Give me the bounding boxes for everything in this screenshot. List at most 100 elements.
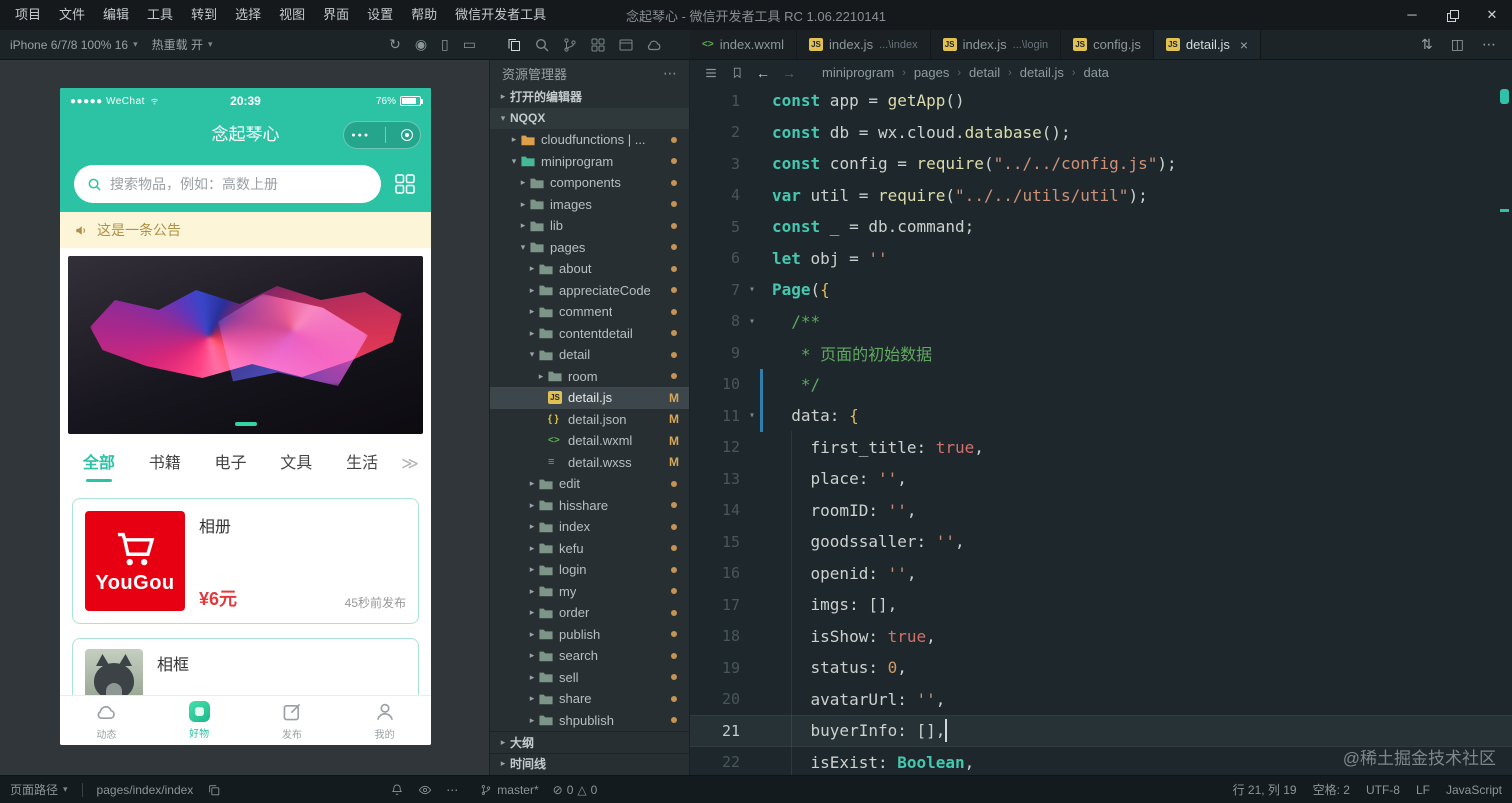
eol[interactable]: LF: [1416, 783, 1430, 797]
menu-帮助[interactable]: 帮助: [402, 0, 446, 30]
tree-item-images[interactable]: ▸ images: [490, 194, 689, 216]
code-line-13[interactable]: 13 place: '',: [690, 463, 1512, 495]
tab-index.js-index[interactable]: JS index.js ...\index: [796, 30, 931, 59]
category-tab-电子[interactable]: 电子: [198, 442, 264, 486]
breadcrumb-item-data[interactable]: data: [1084, 65, 1109, 80]
list-icon[interactable]: [704, 66, 718, 80]
code-line-5[interactable]: 5 const _ = db.command;: [690, 211, 1512, 243]
close-button[interactable]: ✕: [1472, 0, 1512, 30]
open-editors-section[interactable]: ▸ 打开的编辑器: [490, 86, 689, 108]
preview-window-icon[interactable]: [618, 37, 634, 53]
code-line-14[interactable]: 14 roomID: '',: [690, 495, 1512, 527]
tab-close-icon[interactable]: ×: [1240, 37, 1248, 53]
code-area[interactable]: 1 const app = getApp() 2 const db = wx.clou…: [690, 85, 1512, 775]
tree-item-search[interactable]: ▸ search: [490, 645, 689, 667]
code-line-11[interactable]: 11 ▾ data: {: [690, 400, 1512, 432]
code-line-8[interactable]: 8 ▾ /**: [690, 306, 1512, 338]
breadcrumb-item-detail.js[interactable]: detail.js: [1020, 65, 1064, 80]
code-line-1[interactable]: 1 const app = getApp(): [690, 85, 1512, 117]
git-icon[interactable]: [562, 37, 578, 53]
search-input[interactable]: 搜索物品，例如：高数上册: [74, 165, 381, 203]
more-actions-icon[interactable]: ⋯: [1482, 36, 1496, 53]
breadcrumb-item-pages[interactable]: pages: [914, 65, 949, 80]
tree-item-room[interactable]: ▸ room: [490, 366, 689, 388]
tree-item-pages[interactable]: ▾ pages: [490, 237, 689, 259]
tabbar-item-我的[interactable]: 我的: [338, 696, 431, 745]
cloud-icon[interactable]: [646, 37, 662, 53]
notice-bar[interactable]: 这是一条公告: [60, 212, 431, 248]
category-tab-书籍[interactable]: 书籍: [132, 442, 198, 486]
copy-path-icon[interactable]: [207, 783, 221, 797]
tree-item-sell[interactable]: ▸ sell: [490, 667, 689, 689]
minimize-button[interactable]: ─: [1392, 0, 1432, 30]
tree-item-detail.json[interactable]: { } detail.json M: [490, 409, 689, 431]
tree-item-kefu[interactable]: ▸ kefu: [490, 538, 689, 560]
menu-界面[interactable]: 界面: [314, 0, 358, 30]
code-line-4[interactable]: 4 var util = require("../../utils/util");: [690, 180, 1512, 212]
category-grid-icon[interactable]: [393, 172, 417, 196]
menu-编辑[interactable]: 编辑: [94, 0, 138, 30]
tree-item-detail.wxss[interactable]: ≡ detail.wxss M: [490, 452, 689, 474]
fold-icon[interactable]: ▾: [740, 284, 764, 295]
category-tab-生活[interactable]: 生活: [329, 442, 395, 486]
tree-item-detail.wxml[interactable]: <> detail.wxml M: [490, 430, 689, 452]
banner-carousel[interactable]: [68, 256, 423, 434]
project-root-section[interactable]: ▾ NQQX: [490, 107, 689, 129]
tab-index.wxml[interactable]: <> index.wxml: [690, 30, 797, 59]
timeline-section[interactable]: ▸ 时间线: [490, 752, 689, 775]
menu-项目[interactable]: 项目: [6, 0, 50, 30]
category-tab-全部[interactable]: 全部: [66, 442, 132, 486]
code-line-6[interactable]: 6 let obj = '': [690, 243, 1512, 275]
more-categories-icon[interactable]: ≫: [395, 454, 425, 474]
menu-选择[interactable]: 选择: [226, 0, 270, 30]
language-mode[interactable]: JavaScript: [1446, 783, 1502, 797]
bookmark-icon[interactable]: [730, 66, 744, 80]
tabbar-item-发布[interactable]: 发布: [246, 696, 339, 745]
tree-item-cloudfunctions-...[interactable]: ▸ cloudfunctions | ...: [490, 129, 689, 151]
menu-设置[interactable]: 设置: [358, 0, 402, 30]
restore-button[interactable]: [1432, 0, 1472, 30]
tree-item-appreciateCode[interactable]: ▸ appreciateCode: [490, 280, 689, 302]
tree-item-hisshare[interactable]: ▸ hisshare: [490, 495, 689, 517]
menu-微信开发者工具[interactable]: 微信开发者工具: [446, 0, 555, 30]
menu-文件[interactable]: 文件: [50, 0, 94, 30]
menu-视图[interactable]: 视图: [270, 0, 314, 30]
explorer-more-icon[interactable]: ⋯: [663, 65, 677, 82]
tree-item-order[interactable]: ▸ order: [490, 602, 689, 624]
git-branch[interactable]: master*: [480, 783, 539, 797]
code-line-16[interactable]: 16 openid: '',: [690, 558, 1512, 590]
tree-item-detail.js[interactable]: JS detail.js M: [490, 387, 689, 409]
code-editor[interactable]: ← → miniprogram › pages › detail › detail.js › d…: [690, 60, 1512, 775]
split-editor-icon[interactable]: ◫: [1451, 36, 1464, 53]
code-line-17[interactable]: 17 imgs: [],: [690, 589, 1512, 621]
tree-item-miniprogram[interactable]: ▾ miniprogram: [490, 151, 689, 173]
forward-icon[interactable]: →: [782, 65, 796, 81]
cursor-position[interactable]: 行 21, 列 19: [1233, 781, 1297, 798]
phone-orientation-icon[interactable]: ▯: [441, 36, 449, 53]
page-path-selector[interactable]: 页面路径 ▾: [10, 781, 68, 798]
code-line-3[interactable]: 3 const config = require("../../config.js…: [690, 148, 1512, 180]
encoding[interactable]: UTF-8: [1366, 783, 1400, 797]
tree-item-contentdetail[interactable]: ▸ contentdetail: [490, 323, 689, 345]
menu-工具[interactable]: 工具: [138, 0, 182, 30]
restart-icon[interactable]: ↻: [389, 36, 401, 53]
code-line-15[interactable]: 15 goodssaller: '',: [690, 526, 1512, 558]
tabbar-item-好物[interactable]: 好物: [153, 696, 246, 745]
code-line-2[interactable]: 2 const db = wx.cloud.database();: [690, 117, 1512, 149]
code-line-21[interactable]: 21 buyerInfo: [],: [690, 715, 1512, 747]
breadcrumb-item-detail[interactable]: detail: [969, 65, 1000, 80]
code-line-9[interactable]: 9 * 页面的初始数据: [690, 337, 1512, 369]
menu-转到[interactable]: 转到: [182, 0, 226, 30]
sync-icon[interactable]: ⇅: [1421, 36, 1433, 53]
code-line-19[interactable]: 19 status: 0,: [690, 652, 1512, 684]
tree-item-my[interactable]: ▸ my: [490, 581, 689, 603]
tabbar-item-动态[interactable]: 动态: [60, 696, 153, 745]
hot-reload-toggle[interactable]: 热重载 开 ▾: [152, 36, 213, 53]
tree-item-components[interactable]: ▸ components: [490, 172, 689, 194]
code-line-18[interactable]: 18 isShow: true,: [690, 621, 1512, 653]
indentation[interactable]: 空格: 2: [1313, 781, 1350, 798]
tab-index.js-login[interactable]: JS index.js ...\login: [930, 30, 1062, 59]
tree-item-edit[interactable]: ▸ edit: [490, 473, 689, 495]
breadcrumb-item-miniprogram[interactable]: miniprogram: [822, 65, 894, 80]
back-icon[interactable]: ←: [756, 65, 770, 81]
